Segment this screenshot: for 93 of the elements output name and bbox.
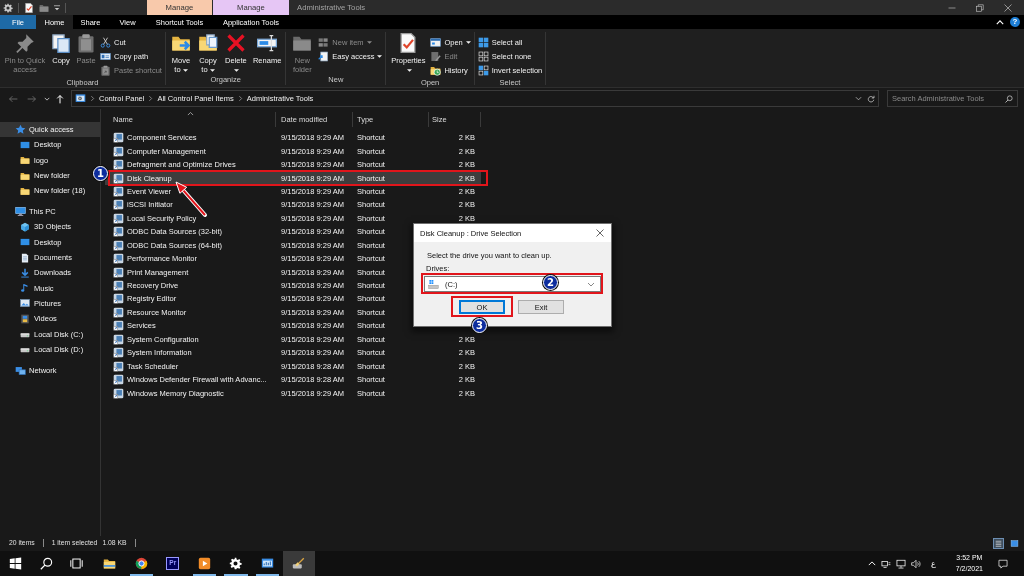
- pencil-page-icon: [430, 50, 442, 62]
- app-shortcut-icon[interactable]: [113, 212, 124, 224]
- caret-icon[interactable]: [54, 4, 60, 11]
- app-shortcut-icon[interactable]: [113, 226, 124, 238]
- empty-grid-icon: [477, 50, 489, 62]
- network-icon: [15, 364, 26, 376]
- notification-icon[interactable]: [998, 558, 1008, 569]
- tile-view-icon[interactable]: [1010, 538, 1019, 548]
- app-shortcut-icon[interactable]: [113, 266, 124, 278]
- round-logo-icon[interactable]: [134, 557, 148, 570]
- chevron-down-icon[interactable]: [855, 95, 862, 102]
- path-card-icon: [100, 50, 111, 62]
- chevron-up-icon[interactable]: [996, 19, 1004, 25]
- app-shortcut-icon[interactable]: [113, 159, 124, 171]
- app-shortcut-icon[interactable]: [113, 347, 124, 359]
- clipboard-icon: [76, 33, 96, 53]
- folder-pages-icon: [197, 33, 218, 53]
- up-arrow-icon[interactable]: [55, 93, 65, 104]
- annotation-arrow: [175, 181, 207, 217]
- cross-icon: [225, 33, 246, 53]
- app-shortcut-icon[interactable]: [113, 293, 124, 305]
- restore-icon[interactable]: [976, 3, 984, 12]
- app-shortcut-icon[interactable]: [113, 374, 124, 386]
- language-indicator[interactable]: ع: [930, 558, 936, 569]
- window-chart-icon[interactable]: [260, 557, 274, 570]
- app-shortcut-icon[interactable]: [113, 387, 124, 399]
- folder-icon: [20, 155, 30, 166]
- folder-icon[interactable]: [103, 557, 117, 570]
- half-filled-grid-icon: [477, 64, 489, 76]
- chevron-up-icon[interactable]: [867, 561, 876, 566]
- chevron-right-icon[interactable]: [90, 95, 95, 102]
- app-shortcut-icon[interactable]: [113, 253, 124, 265]
- page-tick-icon: [398, 33, 419, 53]
- folder-icon: [20, 185, 30, 196]
- app-shortcut-icon[interactable]: [113, 360, 124, 372]
- film-icon: [20, 313, 30, 324]
- screen-icon: [20, 237, 30, 248]
- settings-icon[interactable]: [229, 557, 243, 570]
- device-icon[interactable]: [880, 558, 891, 569]
- app-shortcut-icon[interactable]: [113, 132, 124, 144]
- window-icon: [430, 36, 442, 48]
- taskbar-button[interactable]: [283, 551, 315, 576]
- pushpin-icon: [15, 33, 35, 53]
- search-icon[interactable]: [1005, 94, 1013, 103]
- music-note-icon: [20, 283, 30, 294]
- app-shortcut-icon[interactable]: [113, 306, 124, 318]
- step-number-badge: 3: [472, 318, 487, 333]
- tiles-icon: [318, 36, 330, 48]
- app-shortcut-icon[interactable]: [113, 172, 124, 184]
- app-shortcut-icon[interactable]: [113, 145, 124, 157]
- app-shortcut-icon[interactable]: [113, 239, 124, 251]
- clipboard-arrow-icon: [100, 64, 111, 76]
- app-shortcut-icon[interactable]: [113, 199, 124, 211]
- app-shortcut-icon[interactable]: [113, 185, 124, 197]
- folder-clock-icon: [430, 64, 442, 76]
- pages-icon: [51, 33, 71, 53]
- step-number-badge: 1: [93, 166, 108, 182]
- scissors-icon: [100, 36, 111, 48]
- filled-grid-icon: [477, 36, 489, 48]
- list-view-icon[interactable]: [994, 538, 1003, 548]
- play-tile-icon[interactable]: [197, 557, 211, 570]
- drive-brush-icon[interactable]: [292, 557, 306, 570]
- chevron-right-icon[interactable]: [237, 95, 243, 102]
- speaker-icon[interactable]: [910, 558, 921, 569]
- sort-caret-icon: [186, 112, 194, 116]
- gear-window-icon: [75, 93, 86, 104]
- monitor-icon[interactable]: [895, 558, 906, 569]
- computer-icon: [15, 206, 26, 218]
- download-icon: [20, 267, 30, 278]
- refresh-icon[interactable]: [867, 94, 875, 103]
- callout-frame: [451, 296, 513, 317]
- chevron-down-icon[interactable]: [44, 95, 50, 102]
- step-number-badge: 2: [543, 275, 558, 290]
- chevron-down-icon[interactable]: [587, 281, 595, 287]
- drive-icon: [428, 278, 439, 290]
- app-shortcut-icon[interactable]: [113, 333, 124, 345]
- star-icon: [15, 124, 26, 136]
- task-view-icon[interactable]: [69, 557, 83, 570]
- page-tick-icon[interactable]: [24, 2, 34, 13]
- document-icon: [20, 252, 30, 263]
- folder-icon: [20, 170, 30, 181]
- gear-icon[interactable]: [3, 2, 13, 13]
- start-icon[interactable]: [9, 557, 22, 570]
- help-button[interactable]: ?: [1010, 17, 1020, 27]
- search-icon[interactable]: [40, 557, 53, 570]
- screen-icon: [20, 139, 30, 150]
- close-icon[interactable]: [596, 229, 604, 237]
- picture-icon: [20, 298, 30, 309]
- chevron-right-icon[interactable]: [148, 95, 154, 102]
- app-shortcut-icon[interactable]: [113, 320, 124, 332]
- cube-icon: [20, 221, 30, 232]
- app-shortcut-icon[interactable]: [113, 280, 124, 292]
- rename-icon: [257, 33, 278, 53]
